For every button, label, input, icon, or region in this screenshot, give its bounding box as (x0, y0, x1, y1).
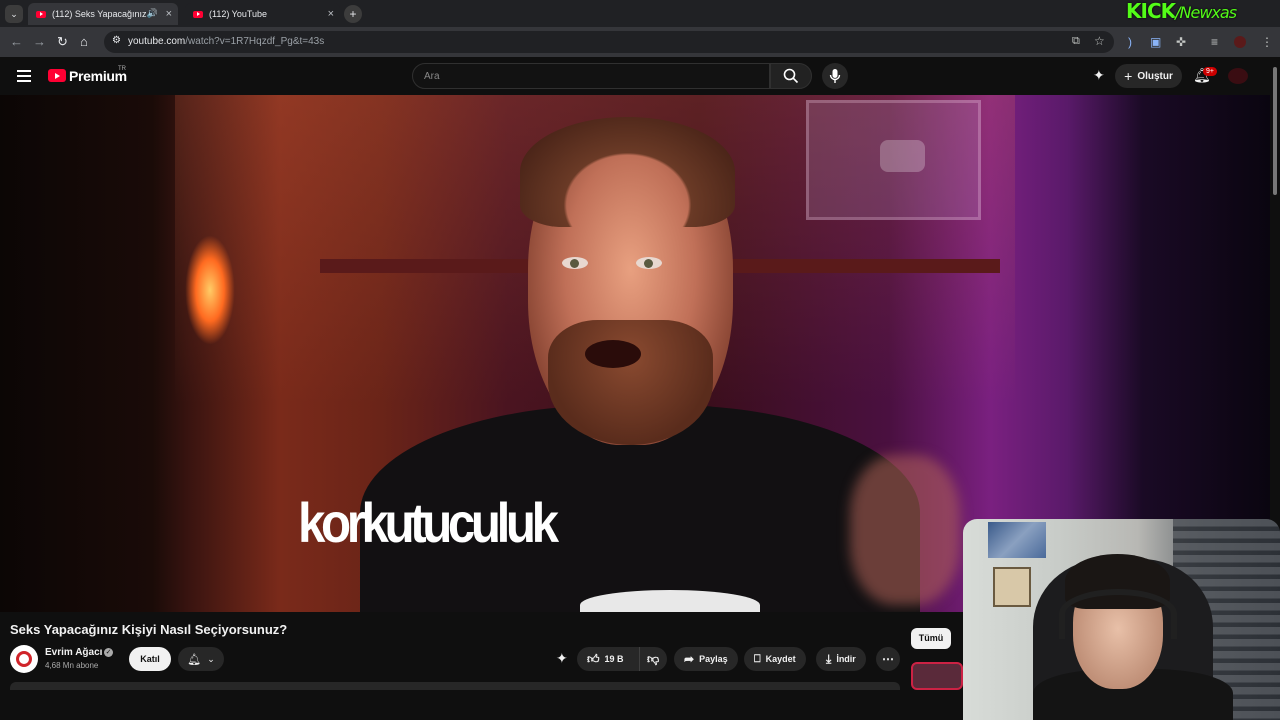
share-label: Paylaş (699, 654, 728, 664)
ask-ai-icon[interactable]: ✦ (556, 650, 568, 667)
chevron-down-icon: ⌄ (207, 653, 215, 664)
wall-poster-crash (993, 567, 1031, 607)
close-tab-icon[interactable]: × (166, 8, 172, 20)
headset (1059, 589, 1177, 639)
youtube-header: Premium TR Ara ✦ + Oluştur 🔔︎ 9+ (0, 57, 1280, 95)
join-button[interactable]: Katıl (129, 647, 171, 671)
url-text: youtube.com/watch?v=1R7Hqzdf_Pg&t=43s (128, 36, 324, 47)
plus-icon: + (1124, 68, 1133, 84)
more-horizontal-icon: ⋯ (882, 652, 894, 666)
presenter-eye-right (636, 257, 662, 269)
tab-label: (112) Seks Yapacağınız Kişiyi (52, 9, 152, 19)
webcam-overlay (963, 519, 1280, 720)
extension-icon[interactable]: ) (1128, 34, 1132, 50)
browser-toolbar: ← → ↻ ⌂ ⚙ youtube.com/watch?v=1R7Hqzdf_P… (0, 27, 1280, 57)
like-count: 19 B (604, 654, 624, 664)
install-icon[interactable]: ⧉ (1072, 35, 1080, 48)
youtube-favicon-icon (36, 10, 46, 18)
site-info-icon[interactable]: ⚙ (112, 35, 121, 46)
bookmark-icon: ⎕ (754, 652, 761, 665)
create-button[interactable]: + Oluştur (1115, 64, 1182, 88)
search-icon (783, 68, 799, 84)
share-button[interactable]: ➦ Paylaş (674, 647, 738, 671)
youtube-logo-icon[interactable] (48, 69, 66, 82)
tab-label: (112) YouTube (209, 9, 268, 19)
page-scrollbar[interactable] (1270, 57, 1280, 519)
wall-poster (988, 522, 1046, 558)
channel-avatar[interactable] (10, 645, 38, 673)
create-label: Oluştur (1137, 70, 1173, 82)
verified-badge-icon: ✓ (104, 648, 113, 657)
notifications-badge: 9+ (1203, 67, 1217, 76)
presenter-mouth (585, 340, 641, 368)
translate-icon[interactable]: ▣ (1150, 34, 1161, 50)
kick-logo: KICK (1126, 0, 1176, 23)
channel-name[interactable]: Evrim Ağacı (45, 647, 102, 658)
tab-list-button[interactable]: ⌄ (5, 5, 23, 23)
presenter-beard (548, 320, 713, 445)
subscriber-count: 4,68 Mn abone (45, 661, 99, 670)
recommended-video-thumbnail[interactable] (911, 662, 963, 690)
close-tab-icon[interactable]: × (328, 8, 334, 20)
blurred-hand (850, 455, 960, 605)
home-icon[interactable]: ⌂ (80, 34, 88, 50)
microphone-icon (829, 69, 841, 83)
description-box[interactable] (10, 682, 900, 690)
streamer-name: /Newxas (1175, 3, 1237, 22)
tab-video[interactable]: (112) Seks Yapacağınız Kişiyi 🔊 × (28, 3, 178, 25)
ai-sparkle-icon[interactable]: ✦ (1093, 67, 1105, 84)
more-menu-icon[interactable]: ⋮ (1261, 34, 1273, 50)
kick-overlay: KICK/Newxas (1126, 0, 1237, 24)
save-button[interactable]: ⎕ Kaydet (744, 647, 806, 671)
play-button-decor-icon (880, 140, 925, 172)
voice-search-button[interactable] (822, 63, 848, 89)
thumbs-up-icon: 👍︎ (587, 651, 600, 666)
like-button[interactable]: 👍︎ 19 B (577, 647, 639, 671)
url-domain: youtube.com (128, 36, 186, 47)
lamp-glow (185, 235, 235, 345)
new-tab-button[interactable]: + (344, 5, 362, 23)
more-actions-button[interactable]: ⋯ (876, 647, 900, 671)
scrollbar-thumb[interactable] (1273, 67, 1277, 195)
hamburger-menu-icon[interactable] (17, 70, 31, 82)
forward-icon[interactable]: → (33, 34, 46, 50)
account-avatar[interactable] (1228, 68, 1248, 84)
download-button[interactable]: ⤓ İndir (816, 647, 866, 671)
address-bar[interactable]: ⚙ youtube.com/watch?v=1R7Hqzdf_Pg&t=43s … (104, 31, 1114, 53)
url-path: /watch?v=1R7Hqzdf_Pg&t=43s (185, 36, 325, 47)
presenter-eye-left (562, 257, 588, 269)
back-icon[interactable]: ← (10, 34, 23, 50)
bookmark-star-icon[interactable]: ☆ (1094, 34, 1105, 48)
subscription-bell-button[interactable]: 🔔︎ ⌄ (178, 647, 224, 671)
dislike-button[interactable]: 👎︎ (639, 647, 667, 671)
download-label: İndir (836, 654, 856, 664)
profile-avatar[interactable] (1234, 36, 1246, 48)
speaker-icon[interactable]: 🔊 (147, 8, 158, 19)
reload-icon[interactable]: ↻ (57, 34, 68, 50)
share-icon: ➦ (684, 652, 695, 666)
shirt-logo (580, 590, 760, 612)
browser-tab-bar: ⌄ (112) Seks Yapacağınız Kişiyi 🔊 × (112… (0, 0, 1280, 27)
search-button[interactable] (770, 63, 812, 89)
video-title: Seks Yapacağınız Kişiyi Nasıl Seçiyorsun… (10, 622, 288, 637)
search-placeholder: Ara (424, 71, 440, 82)
search-input[interactable]: Ara (412, 63, 770, 89)
tab-youtube[interactable]: (112) YouTube × (185, 3, 340, 25)
bell-icon: 🔔︎ (187, 653, 202, 666)
youtube-favicon-icon (193, 10, 203, 18)
media-controls-icon[interactable]: ≡ (1211, 34, 1218, 50)
video-caption: korkutuculuk (298, 491, 559, 554)
filter-chip-all[interactable]: Tümü (911, 628, 951, 649)
save-label: Kaydet (765, 654, 796, 664)
thumbs-down-icon: 👎︎ (647, 651, 660, 666)
extensions-puzzle-icon[interactable]: ✜ (1176, 34, 1186, 50)
region-code: TR (118, 66, 126, 72)
presenter-hair (520, 117, 735, 227)
download-icon: ⤓ (826, 651, 832, 666)
